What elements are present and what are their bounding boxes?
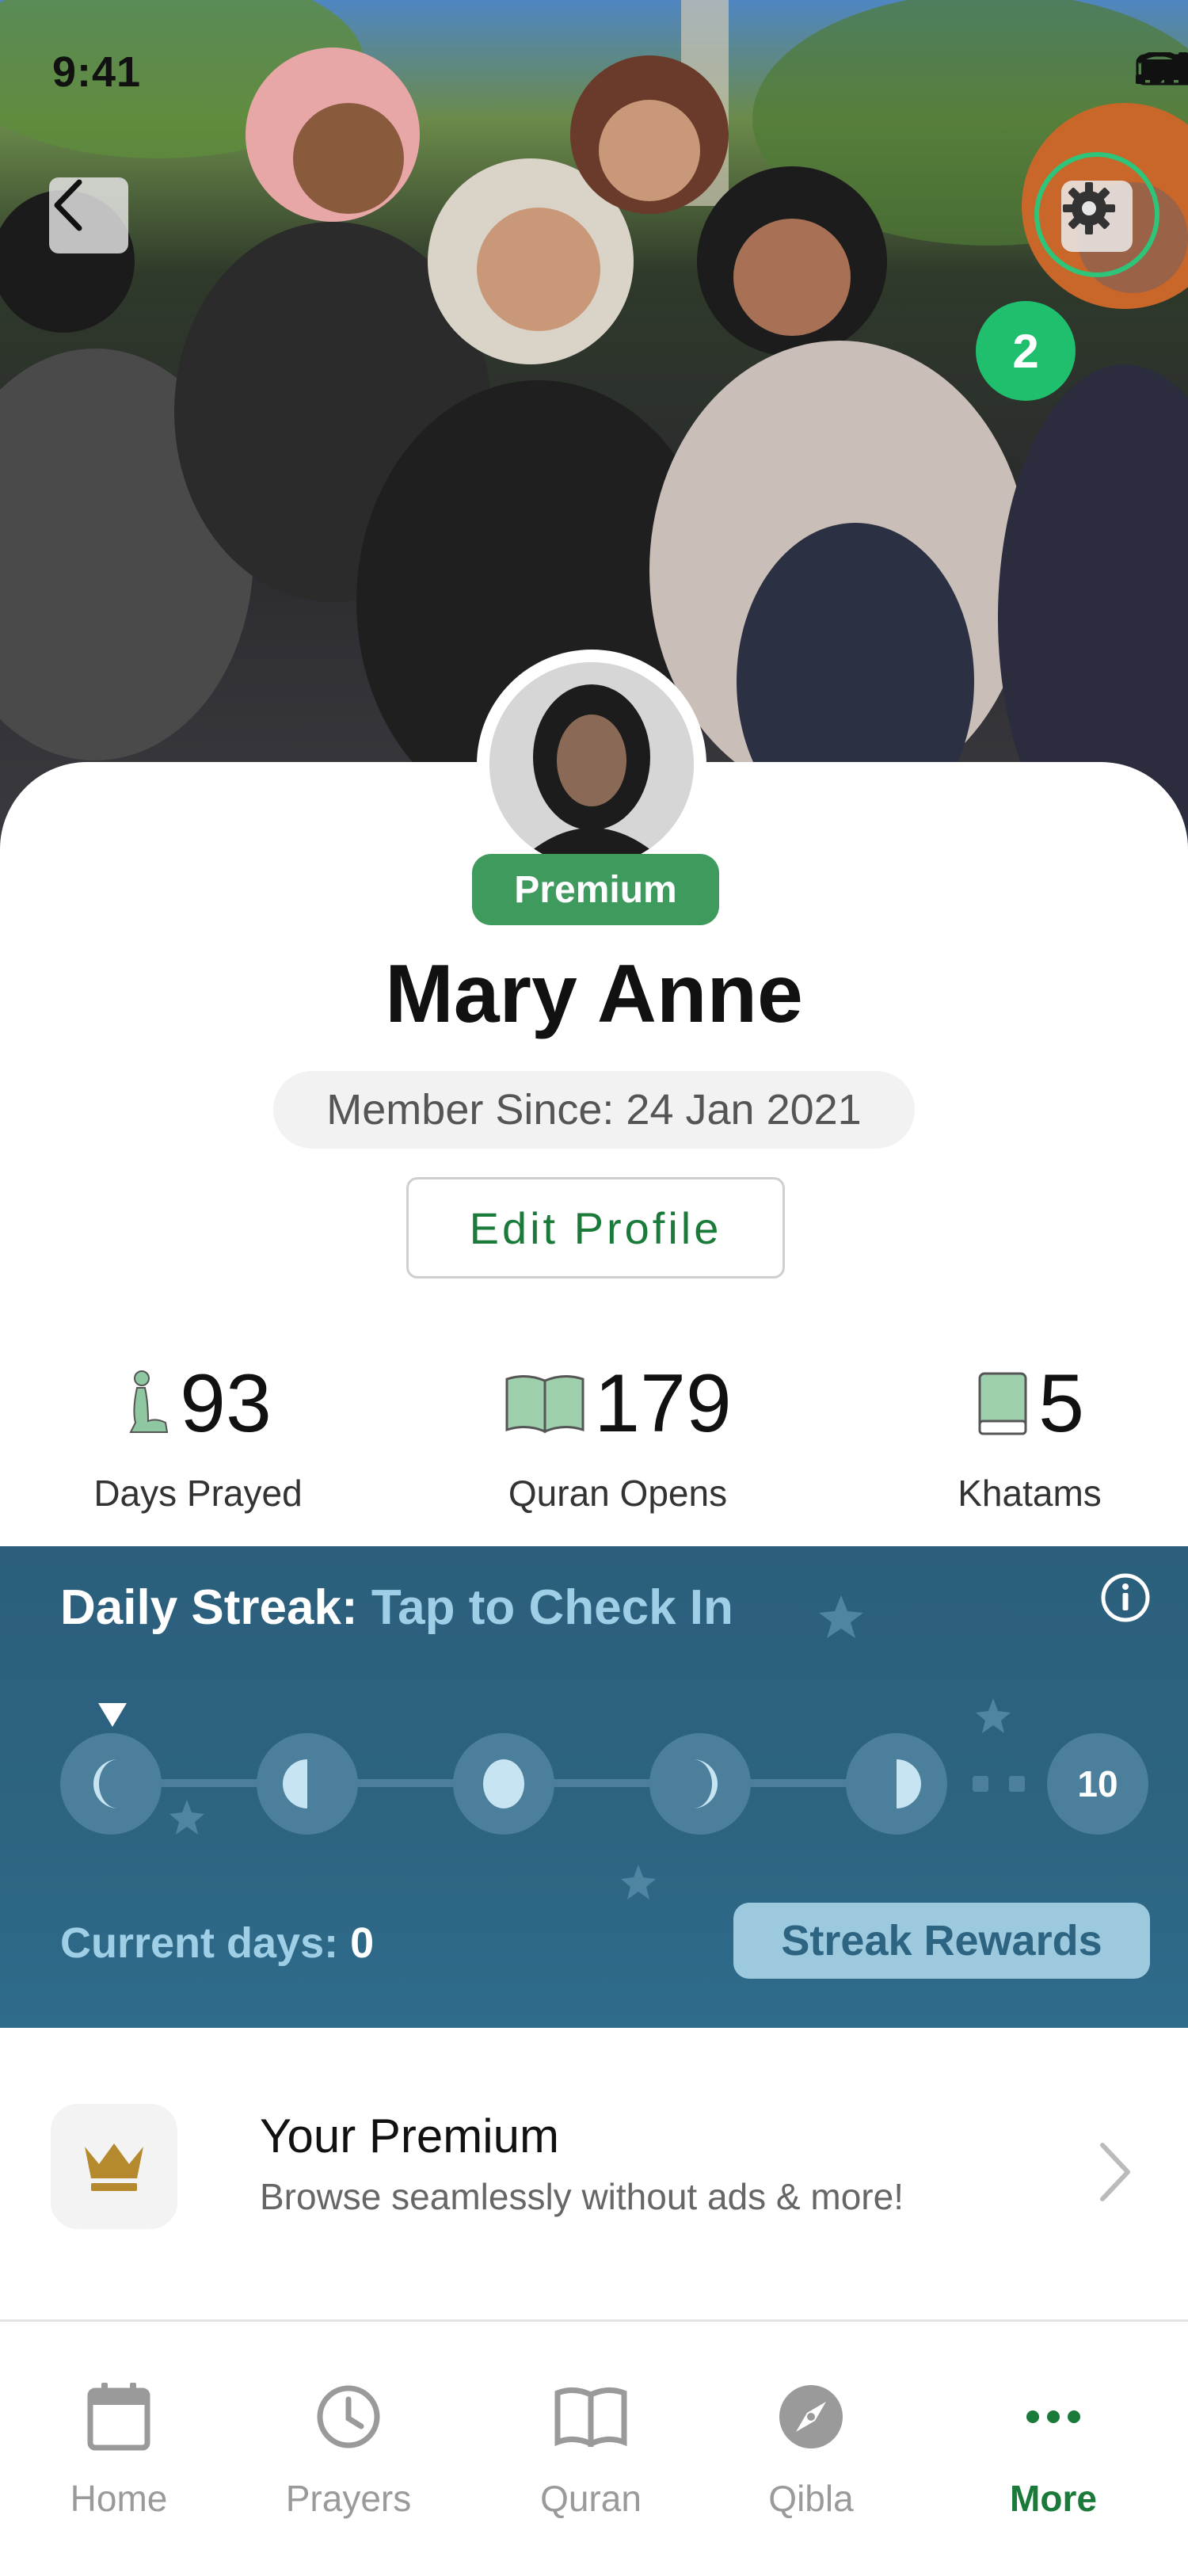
- prayer-person-icon: [129, 1370, 169, 1433]
- streak-gap-dot: [1009, 1776, 1025, 1792]
- status-time: 9:41: [52, 48, 142, 96]
- current-days: Current days: 0: [60, 1919, 374, 1968]
- clock-icon: [317, 2385, 380, 2448]
- stat-value: 5: [1038, 1358, 1084, 1450]
- stat-value: 93: [180, 1358, 272, 1450]
- edit-profile-button[interactable]: Edit Profile: [406, 1177, 785, 1278]
- premium-badge: Premium: [472, 854, 719, 925]
- calendar-icon: [87, 2383, 150, 2451]
- current-days-label: Current days:: [60, 1919, 339, 1967]
- book-icon: [554, 2387, 627, 2447]
- streak-day-4: [649, 1733, 751, 1835]
- streak-day-2: [257, 1733, 358, 1835]
- stat-quran-opens: 179 Quran Opens: [475, 1362, 760, 1515]
- waning-crescent-icon: [693, 1759, 718, 1808]
- crown-icon-box: [51, 2104, 177, 2229]
- half-moon-icon: [283, 1759, 307, 1808]
- stat-label: Khatams: [958, 1473, 1102, 1514]
- avatar[interactable]: [477, 650, 706, 879]
- back-button[interactable]: [49, 177, 128, 253]
- tab-label: Quran: [540, 2478, 642, 2519]
- notification-count-badge: 2: [976, 301, 1076, 401]
- gear-icon: [1063, 182, 1115, 234]
- tab-label: Home: [70, 2478, 168, 2519]
- stat-khatams: 5 Khatams: [911, 1362, 1148, 1515]
- battery-icon: [1136, 54, 1188, 86]
- streak-rewards-button[interactable]: Streak Rewards: [733, 1903, 1150, 1979]
- tab-prayers[interactable]: Prayers: [230, 2322, 467, 2576]
- tab-home[interactable]: Home: [0, 2322, 238, 2576]
- tab-bar: Home Prayers Quran Qibla More: [0, 2319, 1188, 2576]
- person-portrait-icon: [489, 662, 694, 867]
- more-dots-icon: [1026, 2410, 1080, 2423]
- streak-title[interactable]: Daily Streak: Tap to Check In: [60, 1580, 733, 1636]
- streak-day-5: [846, 1733, 947, 1835]
- streak-day-1: [60, 1733, 162, 1835]
- open-book-icon: [505, 1375, 584, 1434]
- tab-label: More: [1010, 2478, 1097, 2519]
- full-moon-icon: [483, 1759, 524, 1808]
- streak-title-prefix: Daily Streak:: [60, 1580, 358, 1635]
- streak-day-3: [453, 1733, 554, 1835]
- half-moon-right-icon: [897, 1759, 921, 1808]
- your-premium-row[interactable]: Your Premium Browse seamlessly without a…: [0, 2029, 1188, 2319]
- current-days-value: 0: [350, 1919, 375, 1967]
- stat-label: Quran Opens: [508, 1473, 728, 1514]
- avatar-image: [489, 662, 694, 867]
- stat-label: Days Prayed: [93, 1473, 303, 1514]
- tab-more[interactable]: More: [935, 2322, 1172, 2576]
- profile-name: Mary Anne: [385, 948, 803, 1040]
- tab-label: Prayers: [285, 2478, 412, 2519]
- tab-label: Qibla: [768, 2478, 854, 2519]
- premium-row-title: Your Premium: [260, 2109, 559, 2163]
- settings-button[interactable]: [1061, 181, 1133, 252]
- tab-qibla[interactable]: Qibla: [692, 2322, 930, 2576]
- closed-book-icon: [978, 1372, 1027, 1435]
- member-since: Member Since: 24 Jan 2021: [273, 1071, 915, 1149]
- streak-gap-dot: [973, 1776, 988, 1792]
- premium-row-subtitle: Browse seamlessly without ads & more!: [260, 2176, 904, 2217]
- stat-days-prayed: 93 Days Prayed: [79, 1362, 317, 1515]
- stat-value: 179: [594, 1358, 732, 1450]
- chevron-left-icon: [54, 179, 82, 231]
- info-icon[interactable]: [1099, 1572, 1152, 1624]
- streak-goal-days: 10: [1047, 1733, 1148, 1835]
- today-pointer-icon: [98, 1703, 127, 1727]
- check-in-link[interactable]: Tap to Check In: [371, 1580, 733, 1635]
- daily-streak-panel[interactable]: Daily Streak: Tap to Check In 10 Current…: [0, 1546, 1188, 2028]
- chevron-right-icon: [1100, 2143, 1130, 2201]
- crown-icon: [85, 2143, 143, 2191]
- compass-icon: [779, 2385, 843, 2448]
- crescent-moon-icon: [93, 1759, 118, 1808]
- tab-quran[interactable]: Quran: [472, 2322, 710, 2576]
